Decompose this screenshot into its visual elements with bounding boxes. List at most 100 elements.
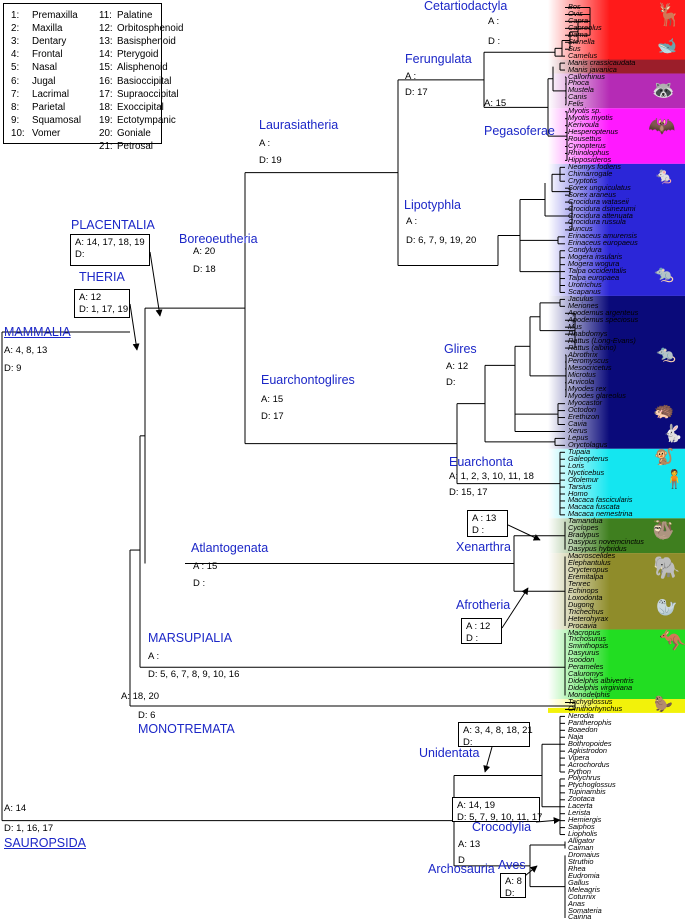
legend-bone-name: Frontal <box>32 49 63 61</box>
legend-number: 20: <box>99 127 113 139</box>
clade-boreoeutheria: Boreoeutheria <box>179 232 258 246</box>
legend-number: 11: <box>99 10 112 21</box>
annotation-arrow <box>149 251 163 317</box>
legend-item: 13: Basisphenoid <box>99 35 176 48</box>
pegasoferae-a: A: 15 <box>484 98 507 109</box>
monotremata-d: D: 6 <box>138 710 156 721</box>
ferungulata-a: A : <box>405 71 417 82</box>
legend-number: 5: <box>11 62 20 74</box>
legend-item: 15: Alisphenoid <box>99 61 168 74</box>
deer-silhouette: 🦌 <box>655 2 683 27</box>
whale-silhouette: 🐋 <box>657 38 677 55</box>
clade-glires: Glires <box>444 342 477 356</box>
glires-d: D: <box>446 377 456 388</box>
clade-archosauria: Archosauria <box>428 862 495 876</box>
clade-marsupialia: MARSUPIALIA <box>148 631 233 645</box>
unidentata-a: A: 3, 4, 8, 18, 21 <box>463 725 533 736</box>
legend-item: 3: Dentary <box>11 35 66 48</box>
legend-item: 10: Vomer <box>11 127 60 140</box>
xenarthra-box: A : 13 D : <box>467 510 508 537</box>
porcupine-silhouette: 🦔 <box>653 401 675 420</box>
legend-bone-name: Goniale <box>117 127 151 139</box>
legend-bone-name: Alisphenoid <box>117 62 168 74</box>
legend-bone-name: Dentary <box>32 36 67 48</box>
clade-atlantogenata: Atlantogenata <box>191 541 269 555</box>
legend-item: 19: Ectotympanic <box>99 114 176 127</box>
legend-bone-name: Orbitosphenoid <box>117 23 184 35</box>
legend-bone-name: Basisphenoid <box>117 36 176 48</box>
mole-silhouette: 🐀 <box>654 266 674 283</box>
theria-a: A: 12 <box>79 292 102 303</box>
lemur-silhouette: 🐒 <box>654 449 674 466</box>
annotation-arrow <box>507 524 541 541</box>
legend-number: 8: <box>11 101 20 113</box>
legend-number: 4: <box>11 49 20 61</box>
legend-bone-name: Nasal <box>32 62 58 74</box>
cetartiodactyla-a: A : <box>488 16 500 27</box>
rodent-silhouette: 🐀 <box>656 346 676 363</box>
theria-d: D: 1, 17, 19 <box>79 304 129 315</box>
marsupialia-a: A : <box>148 651 160 662</box>
legend-item: 1: Premaxilla <box>11 9 78 22</box>
clade-euarchonta: Euarchonta <box>449 455 513 469</box>
annotation-arrow <box>129 303 140 351</box>
legend-bone-name: Pterygoid <box>117 49 159 61</box>
legend-item: 8: Parietal <box>11 101 65 114</box>
legend-item: 21: Petrosal <box>99 140 153 153</box>
clade-ferungulata: Ferungulata <box>405 52 472 66</box>
lipotyphla-d: D: 6, 7, 9, 19, 20 <box>406 235 477 246</box>
clade-aves: Aves <box>498 858 526 872</box>
legend-bone-name: Exoccipital <box>117 101 164 113</box>
legend-number: 2: <box>11 23 20 35</box>
monotremata-a: A: 18, 20 <box>121 691 160 702</box>
legend-number: 21: <box>99 141 113 152</box>
afrotheria-box: A : 12 D : <box>461 618 502 644</box>
unidentata-box: A: 3, 4, 8, 18, 21 D: <box>458 722 533 748</box>
clade-crocodylia: Crocodylia <box>472 820 532 834</box>
legend-item: 9: Squamosal <box>11 114 81 127</box>
bat-silhouette: 🦇 <box>648 113 676 138</box>
xenarthra-a: A : 13 <box>472 513 497 524</box>
euarchonta-d: D: 15, 17 <box>449 487 488 498</box>
marsupialia-d: D: 5, 6, 7, 8, 9, 10, 16 <box>148 669 240 680</box>
legend-item: 11: Palatine <box>99 9 152 22</box>
annotation-arrow <box>483 746 493 773</box>
boreoeutheria-a: A: 20 <box>193 246 216 257</box>
clade-monotremata: MONOTREMATA <box>138 722 235 736</box>
legend-number: 15: <box>99 62 113 74</box>
crocodylia-a: A: 13 <box>458 839 481 850</box>
clade-xenarthra: Xenarthra <box>456 540 511 554</box>
afrotheria-a: A : 12 <box>466 621 491 632</box>
legend-number: 3: <box>11 36 20 48</box>
theria-box: A: 12 D: 1, 17, 19 <box>74 289 130 318</box>
legend-bone-name: Vomer <box>32 127 61 139</box>
clade-afrotheria: Afrotheria <box>456 598 511 612</box>
clade-cetartiodactyla: Cetartiodactyla <box>424 0 508 13</box>
primate-silhouette: 🧍 <box>663 469 685 489</box>
atlantogenata-d: D : <box>193 578 206 589</box>
clade-mammalia: MAMMALIA <box>4 325 71 339</box>
afrotheria-d: D : <box>466 633 479 644</box>
clade-lipotyphla: Lipotyphla <box>404 198 461 212</box>
glires-a: A: 12 <box>446 361 469 372</box>
legend-number: 12: <box>99 23 113 35</box>
sauropsida-d: D: 1, 16, 17 <box>4 823 54 834</box>
sauropsida-a: A: 14 <box>4 803 27 814</box>
clade-pegasoferae: Pegasoferae <box>484 124 555 138</box>
atlantogenata-a: A : 15 <box>193 561 218 572</box>
squamata-box: A: 14, 19 D: 5, 7, 9, 10, 11, 17 <box>452 797 542 823</box>
legend-bone-name: Maxilla <box>32 23 63 35</box>
legend-item: 5: Nasal <box>11 61 57 74</box>
legend-number: 1: <box>11 10 20 21</box>
species-label: Cairina <box>568 912 592 922</box>
squamata-a: A: 14, 19 <box>457 800 496 811</box>
manatee-silhouette: 🦭 <box>656 598 678 617</box>
legend-number: 19: <box>99 114 113 126</box>
legend-bone-name: Squamosal <box>32 114 82 126</box>
clade-laurasiatheria: Laurasiatheria <box>259 118 339 132</box>
legend-item: 16: Basioccipital <box>99 75 171 88</box>
euarchonta-a: A: 1, 2, 3, 10, 11, 18 <box>449 471 534 482</box>
legend-item: 6: Jugal <box>11 75 55 88</box>
aves-a: A: 8 <box>505 876 522 887</box>
clade-unidentata: Unidentata <box>419 746 480 760</box>
